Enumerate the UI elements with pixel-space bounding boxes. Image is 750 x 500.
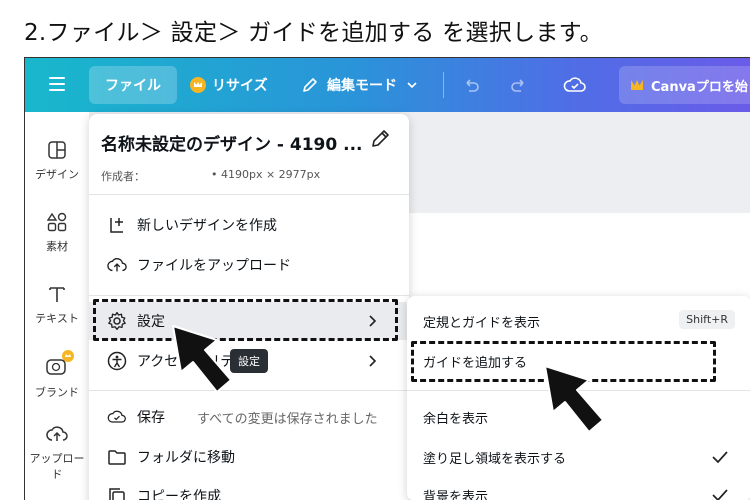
sidebar-item-label: 素材	[46, 240, 68, 253]
menu-item-label: 新しいデザインを作成	[137, 218, 277, 234]
folder-icon	[108, 450, 126, 465]
submenu-item-label: 背景を表示	[423, 489, 489, 500]
app-window: ファイル リサイズ 編集モード Canvaプロを始 デザイン 素材 テキスト ブ…	[24, 57, 750, 500]
menu-item-save[interactable]: 保存 すべての変更は保存されました	[89, 398, 409, 436]
sidebar-item-brand[interactable]: ブランド	[25, 350, 89, 400]
design-meta: 作成者： • 4190px × 2977px	[101, 168, 320, 184]
save-status-button[interactable]	[563, 66, 587, 104]
check-icon	[712, 451, 728, 464]
design-title[interactable]: 名称未設定のデザイン - 4190 ...	[101, 130, 371, 155]
submenu-item-background[interactable]: 背景を表示	[407, 476, 750, 500]
canva-pro-label: Canvaプロを始	[651, 79, 748, 95]
plus-page-icon	[110, 218, 123, 233]
menu-item-upload-file[interactable]: ファイルをアップロード	[89, 246, 409, 284]
edit-title-icon[interactable]	[369, 128, 391, 150]
menu-divider	[89, 295, 409, 296]
canva-pro-button[interactable]: Canvaプロを始	[619, 66, 750, 104]
sidebar-item-elements[interactable]: 素材	[25, 212, 89, 254]
save-status-text: すべての変更は保存されました	[197, 411, 378, 427]
pointer-arrow-settings	[172, 325, 232, 393]
resize-button[interactable]: リサイズ	[190, 66, 268, 104]
sidebar-item-label: デザイン	[35, 168, 79, 181]
left-sidebar: デザイン 素材 テキスト ブランド アップロード	[25, 112, 89, 500]
redo-icon	[511, 79, 524, 92]
cloud-check-icon	[563, 77, 586, 92]
submenu-item-label: 塗り足し領域を表示する	[423, 451, 567, 467]
pointer-arrow-add-guides	[544, 365, 604, 433]
edit-mode-dropdown[interactable]: 編集モード	[301, 66, 427, 104]
crown-icon	[631, 80, 643, 90]
chevron-down-icon	[407, 82, 417, 89]
sidebar-item-design[interactable]: デザイン	[25, 140, 89, 182]
shortcut-badge: Shift+R	[679, 310, 735, 329]
upload-icon	[107, 258, 127, 272]
crown-icon	[190, 77, 206, 93]
sidebar-item-label: ブランド	[35, 386, 79, 399]
elements-icon	[47, 212, 67, 232]
design-size: • 4190px × 2977px	[211, 168, 321, 181]
sidebar-item-text[interactable]: テキスト	[25, 284, 89, 326]
sidebar-item-label: アップロード	[29, 452, 85, 481]
undo-icon	[466, 79, 479, 92]
settings-highlight-box	[93, 299, 398, 341]
sidebar-item-uploads[interactable]: アップロード	[25, 424, 89, 482]
submenu-item-rulers[interactable]: 定規とガイドを表示 Shift+R	[407, 302, 750, 340]
author-label: 作成者：	[101, 170, 145, 183]
edit-mode-label: 編集モード	[327, 78, 397, 94]
brand-icon	[46, 350, 74, 375]
menu-item-new-design[interactable]: 新しいデザインを作成	[89, 206, 409, 244]
pencil-icon	[303, 78, 317, 92]
redo-button[interactable]	[509, 66, 529, 104]
text-icon	[49, 287, 65, 302]
menu-item-label: コピーを作成	[137, 489, 221, 500]
accessibility-icon	[107, 351, 127, 371]
submenu-item-label: 定規とガイドを表示	[423, 315, 541, 331]
save-check-icon	[107, 410, 126, 423]
menu-item-make-copy[interactable]: コピーを作成	[89, 477, 409, 500]
upload-icon	[46, 426, 68, 441]
undo-button[interactable]	[461, 66, 481, 104]
file-menu-button[interactable]: ファイル	[89, 66, 177, 104]
menu-divider	[89, 390, 409, 391]
menu-item-label: 保存	[137, 410, 165, 426]
layout-icon	[48, 141, 66, 159]
submenu-item-bleed[interactable]: 塗り足し領域を表示する	[407, 438, 750, 476]
toolbar-divider	[443, 72, 444, 98]
top-toolbar: ファイル リサイズ 編集モード Canvaプロを始	[25, 58, 750, 112]
menu-item-label: フォルダに移動	[137, 450, 235, 466]
menu-item-label: ファイルをアップロード	[137, 258, 291, 274]
submenu-item-label: 余白を表示	[423, 411, 489, 427]
chevron-right-icon	[369, 355, 377, 367]
check-icon	[712, 489, 728, 500]
menu-divider	[89, 194, 409, 195]
sidebar-item-label: テキスト	[35, 312, 79, 325]
menu-item-move-folder[interactable]: フォルダに移動	[89, 438, 409, 476]
copy-icon	[109, 488, 125, 500]
menu-icon[interactable]	[47, 75, 69, 95]
resize-label: リサイズ	[212, 78, 268, 94]
instruction-caption: 2.ファイル＞ 設定＞ ガイドを追加する を選択します。	[24, 20, 603, 46]
